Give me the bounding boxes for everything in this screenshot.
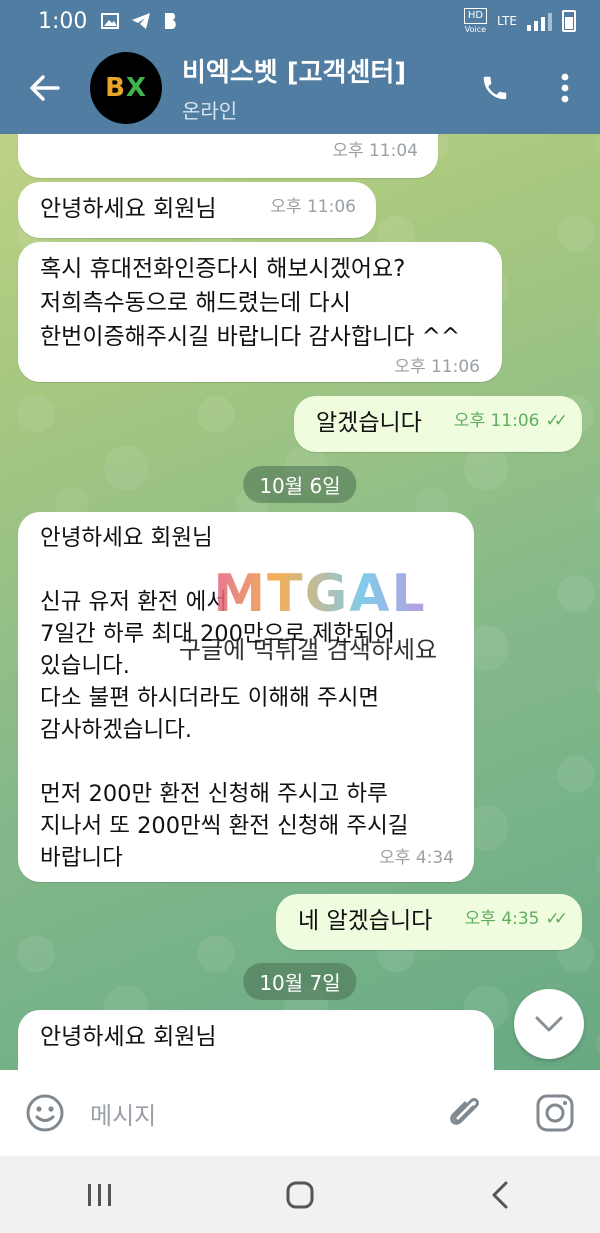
chat-header: BX 비엑스벳 [고객센터] 온라인: [0, 42, 600, 134]
double-check-icon: ✓✓: [545, 411, 568, 431]
double-check-icon: ✓✓: [545, 909, 568, 929]
avatar[interactable]: BX: [90, 52, 162, 124]
message-time: 오후 4:35: [464, 909, 540, 929]
b-app-icon: [163, 12, 179, 30]
hd-label: HD: [463, 7, 488, 24]
message-time: 오후 11:06: [453, 411, 540, 431]
date-chip: 10월 6일: [243, 466, 357, 503]
chat-title: 비엑스벳 [고객센터]: [182, 58, 407, 88]
chevron-down-icon[interactable]: [514, 989, 584, 1059]
message-bubble-in[interactable]: 오후 11:04: [18, 134, 438, 178]
message-text: 혹시 휴대전화인증다시 해보시겠어요? 저희측수동으로 해드렸는데 다시 한번이…: [40, 256, 461, 350]
message-bubble-in[interactable]: 안녕하세요 회원님: [18, 1010, 494, 1070]
status-right: HD Voice LTE: [463, 7, 576, 35]
message-bubble-out[interactable]: 알겠습니다 오후 11:06 ✓✓: [294, 396, 582, 452]
message-input[interactable]: 메시지: [90, 1096, 420, 1131]
message-meta: 오후 11:06 ✓✓: [453, 404, 568, 438]
telegram-icon: [131, 12, 151, 30]
watermark-text: 구글에 먹튀갤 검색하세요: [178, 636, 438, 664]
avatar-x: X: [125, 73, 147, 103]
avatar-text: B: [105, 73, 126, 103]
signal-icon: [527, 11, 552, 31]
message-time: 오후 11:04: [332, 141, 418, 161]
instagram-camera-icon[interactable]: [510, 1070, 600, 1156]
watermark-logo: MTGAL: [190, 566, 450, 622]
emoji-icon[interactable]: [0, 1070, 90, 1156]
phone-icon[interactable]: [460, 42, 530, 134]
watermark: MTGAL 구글에 먹튀갤 검색하세요: [179, 566, 450, 664]
chat-title-block[interactable]: 비엑스벳 [고객센터] 온라인: [182, 52, 460, 124]
message-input-bar: 메시지: [0, 1070, 600, 1156]
top-bar: 1:00 HD Voice LTE BX 비엑스벳 [고객센터] 온라인: [0, 0, 600, 134]
recent-apps-icon[interactable]: [40, 1165, 160, 1225]
message-meta: 오후 4:35 ✓✓: [464, 902, 568, 936]
home-icon[interactable]: [240, 1165, 360, 1225]
battery-icon: [562, 10, 576, 32]
lte-label: LTE: [497, 14, 517, 28]
hd-voice-indicator: HD Voice: [463, 7, 488, 35]
status-bar: 1:00 HD Voice LTE: [0, 0, 600, 42]
arrow-left-icon[interactable]: [0, 42, 90, 134]
message-bubble-in[interactable]: 안녕하세요 회원님 오후 11:06: [18, 182, 376, 238]
system-nav-bar: [0, 1156, 600, 1233]
chat-status: 온라인: [182, 99, 238, 123]
message-bubble-in[interactable]: 혹시 휴대전화인증다시 해보시겠어요? 저희측수동으로 해드렸는데 다시 한번이…: [18, 242, 502, 382]
message-bubble-out[interactable]: 네 알겠습니다 오후 4:35 ✓✓: [276, 894, 582, 950]
more-vert-icon[interactable]: [530, 42, 600, 134]
message-list[interactable]: 오후 11:04 안녕하세요 회원님 오후 11:06 혹시 휴대전화인증다시 …: [0, 134, 600, 1070]
gallery-icon: [101, 13, 120, 29]
back-nav-icon[interactable]: [440, 1165, 560, 1225]
voice-label: Voice: [464, 24, 487, 34]
paperclip-icon[interactable]: [420, 1070, 510, 1156]
date-chip: 10월 7일: [243, 963, 357, 1000]
message-time: 오후 11:06: [394, 357, 480, 377]
status-time: 1:00: [38, 8, 88, 34]
message-time: 오후 11:06: [270, 197, 356, 217]
message-time: 오후 4:34: [379, 848, 454, 868]
message-text: 안녕하세요 회원님: [40, 1024, 217, 1050]
